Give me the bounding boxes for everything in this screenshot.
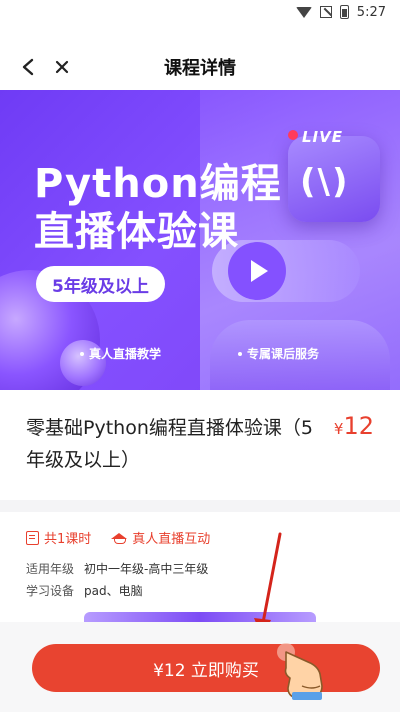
banner-feature-label: 真人直播教学 (89, 347, 162, 361)
graduation-cap-icon (111, 532, 128, 544)
document-icon (26, 530, 39, 545)
meta-value: 初中一年级-高中三年级 (84, 562, 209, 576)
tag-label: 共1课时 (44, 532, 92, 547)
banner-title-line1: Python编程 (34, 161, 282, 207)
meta-row-grade: 适用年级 初中一年级-高中三年级 (26, 560, 208, 577)
nav-bar: 课程详情 (0, 24, 400, 90)
section-divider (0, 500, 400, 512)
bullet-icon (80, 351, 84, 356)
banner-feature: 专属课后服务 (238, 345, 319, 362)
meta-value: pad、电脑 (84, 584, 143, 598)
banner-feature: 真人直播教学 (80, 345, 161, 362)
tag-lessons: 共1课时 (26, 528, 91, 547)
bottom-bar: ¥12 立即购买 (0, 622, 400, 712)
banner-title: Python编程 直播体验课 (34, 160, 282, 256)
status-bar: 5:27 (0, 0, 400, 24)
battery-icon (339, 5, 349, 19)
bullet-icon (238, 351, 242, 356)
course-tags: 共1课时 真人直播互动 (26, 528, 210, 547)
course-banner: (\) LIVE Python编程 直播体验课 5年级及以上 真人直播教学 专属… (0, 90, 400, 390)
tag-label: 真人直播互动 (132, 532, 211, 547)
page-title: 课程详情 (164, 58, 236, 79)
course-meta: 共1课时 真人直播互动 适用年级 初中一年级-高中三年级 学习设备 pad、电脑 (0, 512, 400, 622)
course-price: ¥12 (334, 412, 374, 440)
live-label: LIVE (302, 128, 343, 146)
banner-title-line2: 直播体验课 (34, 209, 239, 255)
tag-live: 真人直播互动 (111, 528, 210, 547)
meta-label: 适用年级 (26, 562, 75, 576)
code-symbol: (\) (300, 162, 350, 202)
meta-row-device: 学习设备 pad、电脑 (26, 582, 143, 599)
live-dot-icon (288, 130, 298, 140)
wifi-icon (295, 6, 312, 18)
price-value: 12 (343, 412, 374, 440)
course-info: 零基础Python编程直播体验课（5年级及以上） ¥12 (0, 390, 400, 500)
signal-icon (319, 6, 332, 18)
status-time: 5:27 (356, 4, 386, 20)
hand-pointer-icon (277, 643, 323, 700)
meta-label: 学习设备 (26, 584, 75, 598)
course-name: 零基础Python编程直播体验课（5年级及以上） (26, 417, 313, 471)
grade-pill: 5年级及以上 (36, 266, 165, 302)
banner-feature-label: 专属课后服务 (247, 347, 320, 361)
